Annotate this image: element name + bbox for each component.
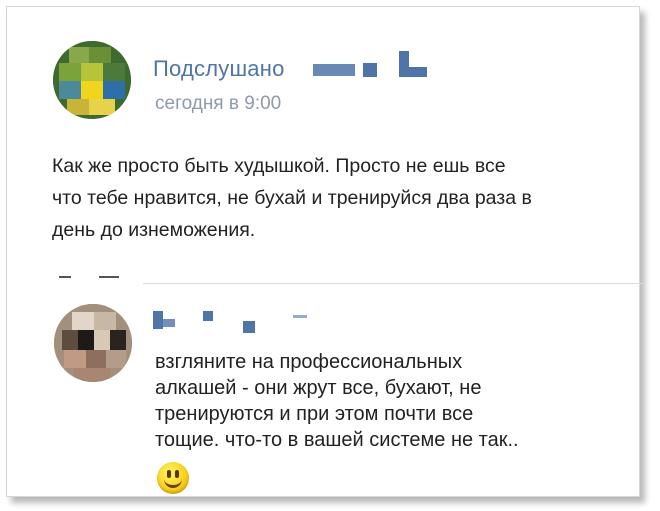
smiley-face-icon (157, 462, 189, 494)
post-text-line: что тебе нравится, не бухай и тренируйся… (52, 187, 532, 209)
redacted-commenter-name (161, 319, 175, 327)
post-text-line: Как же просто быть худышкой. Просто не е… (52, 155, 506, 177)
comment-text-line: тощие. что-то в вашей системе не так.. (155, 429, 519, 451)
redacted-commenter-name (293, 315, 307, 318)
redacted-name-block (399, 67, 427, 77)
comment-text-line: тренируются и при этом почти все (155, 403, 474, 425)
post-text: Как же просто быть худышкой. Просто не е… (52, 150, 612, 246)
cut-off-mark (59, 276, 71, 278)
redacted-commenter-name (243, 321, 255, 333)
screenshot-frame: Подслушано сегодня в 9:00 Как же просто … (6, 6, 643, 497)
emoji-eye (167, 470, 171, 478)
post-text-line: день до изнеможения. (52, 219, 256, 241)
page-avatar[interactable] (53, 41, 131, 119)
comment-text: взгляните на профессиональных алкашей - … (155, 349, 625, 453)
post-timestamp[interactable]: сегодня в 9:00 (155, 93, 281, 115)
emoji-eye (175, 470, 179, 478)
comment-divider (143, 283, 643, 284)
page-name-link[interactable]: Подслушано (153, 56, 285, 82)
cut-off-mark (99, 276, 119, 278)
comment-text-line: алкашей - они жрут все, бухают, не (155, 377, 482, 399)
redacted-name-block (363, 63, 377, 77)
emoji-mouth (164, 479, 182, 488)
commenter-avatar[interactable] (54, 304, 132, 382)
page-name-text[interactable]: Подслушано (153, 56, 285, 81)
comment-text-line: взгляните на профессиональных (155, 351, 463, 373)
redacted-commenter-name (203, 311, 213, 321)
redacted-name-block (313, 64, 355, 76)
